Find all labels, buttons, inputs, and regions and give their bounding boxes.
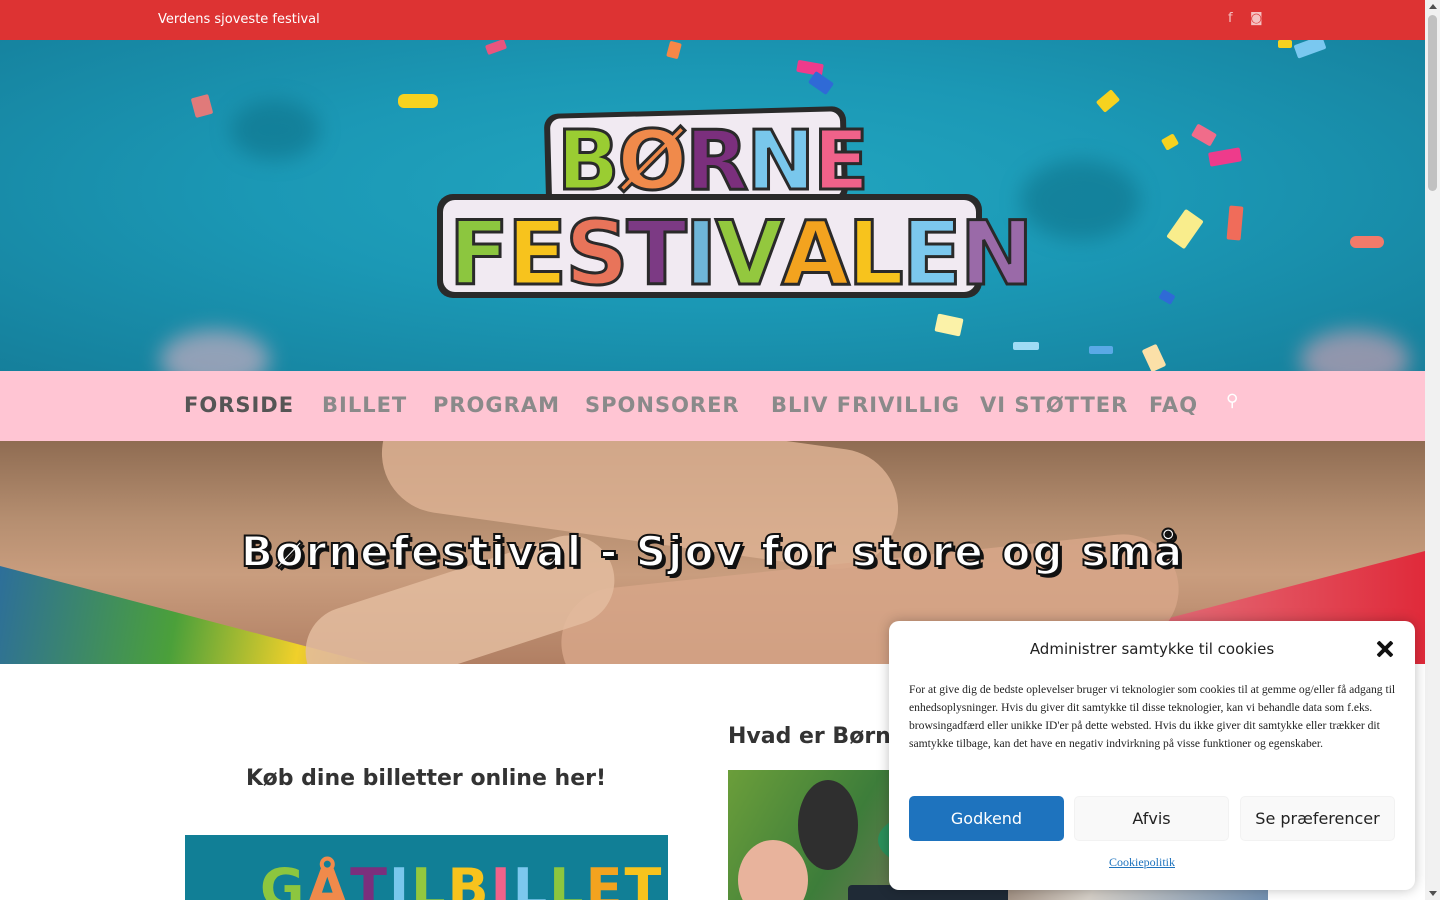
ticket-banner-letter: I (388, 857, 412, 900)
logo-letter: R (684, 113, 750, 211)
logo-letter: A (780, 201, 851, 307)
ticket-banner-letter: G (260, 857, 307, 900)
logo-letter: E (506, 201, 569, 307)
search-icon[interactable]: ⚲ (1226, 391, 1238, 411)
nav-item-forside[interactable]: FORSIDE (184, 393, 294, 417)
ticket-banner-letter: L (411, 857, 448, 900)
instagram-icon[interactable]: ◙ (1250, 11, 1263, 26)
logo-letter: T (625, 201, 688, 307)
ticket-banner-letter: L (512, 857, 550, 900)
logo-letter: Ø (616, 113, 689, 211)
logo-line-1: BØRNE (556, 113, 871, 211)
cookie-dialog-title: Administrer samtykke til cookies (1029, 640, 1275, 658)
site-tagline: Verdens sjoveste festival (158, 12, 320, 27)
banner-title: Børnefestival - Sjov for store og små (240, 526, 1185, 577)
logo-letter: I (683, 201, 719, 307)
accept-cookies-button[interactable]: Godkend (909, 796, 1064, 841)
ticket-banner-letter: T (350, 857, 389, 900)
main-navigation: FORSIDE BILLET PROGRAM SPONSORER BLIV FR… (0, 371, 1425, 441)
buy-tickets-heading: Køb dine billetter online her! (245, 766, 607, 791)
ticket-banner-letter: B (447, 857, 491, 900)
festival-logo[interactable]: BØRNE FESTIVALEN (437, 106, 1035, 307)
logo-letter: L (846, 201, 905, 307)
close-icon[interactable] (1373, 637, 1397, 661)
nav-item-sponsorer[interactable]: SPONSORER (585, 393, 740, 417)
ticket-banner-letter: T (624, 857, 664, 900)
page: Verdens sjoveste festival f ◙ B Ø R N E … (0, 0, 1440, 900)
logo-letter: E (812, 113, 871, 211)
what-is-heading: Hvad er Børn (728, 724, 891, 749)
logo-letter: V (714, 201, 785, 307)
logo-letter: E (900, 201, 963, 307)
nav-item-vi-stotter[interactable]: VI STØTTER (980, 393, 1128, 417)
ticket-banner-letter: Å (306, 857, 351, 900)
logo-letter: N (745, 113, 817, 211)
hero-header: BØRNE FESTIVALEN (0, 40, 1425, 371)
nav-item-bliv-frivillig[interactable]: BLIV FRIVILLIG (771, 393, 960, 417)
ticket-banner-link[interactable]: GÅ TIL BILLET (185, 835, 668, 900)
facebook-icon[interactable]: f (1228, 11, 1233, 26)
nav-item-faq[interactable]: FAQ (1149, 393, 1198, 417)
nav-item-billet[interactable]: BILLET (322, 393, 407, 417)
ticket-banner-letter: E (585, 857, 625, 900)
scroll-up-icon[interactable] (1429, 4, 1437, 9)
logo-letter: F (447, 201, 510, 307)
nav-item-program[interactable]: PROGRAM (433, 393, 560, 417)
logo-letter: B (556, 113, 621, 211)
scrollbar-thumb[interactable] (1428, 15, 1437, 191)
ticket-banner-letter: L (549, 857, 586, 900)
cookie-consent-dialog: Administrer samtykke til cookies For at … (889, 621, 1415, 890)
logo-line-2: FESTIVALEN (447, 201, 1035, 307)
deny-cookies-button[interactable]: Afvis (1074, 796, 1229, 841)
logo-letter: S (564, 201, 630, 307)
page-scrollbar[interactable] (1425, 0, 1440, 900)
top-bar: Verdens sjoveste festival f ◙ (0, 0, 1425, 40)
ticket-banner-text: GÅ TIL BILLET (260, 857, 663, 900)
cookie-preferences-button[interactable]: Se præferencer (1240, 796, 1395, 841)
ticket-banner-letter: I (490, 857, 513, 900)
cookie-dialog-text: For at give dig de bedste oplevelser bru… (909, 683, 1396, 750)
cookie-policy-link[interactable]: Cookiepolitik (889, 855, 1395, 870)
scroll-down-icon[interactable] (1429, 891, 1437, 896)
logo-letter: N (958, 201, 1035, 307)
